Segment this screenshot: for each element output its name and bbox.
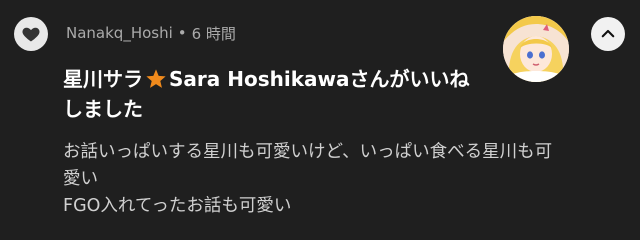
title-channel-name-en: Sara Hoshikawa xyxy=(169,67,350,91)
notification-item[interactable]: Nanakq_Hoshi • 6 時間 星川サラ Sara Hoshikawa … xyxy=(0,0,640,240)
title-action-text: さんがいいね xyxy=(349,67,470,91)
title-channel-name: 星川サラ xyxy=(63,67,143,91)
notification-meta: Nanakq_Hoshi • 6 時間 xyxy=(66,22,236,44)
title-action-text-continued: しました xyxy=(63,97,143,121)
star-icon xyxy=(145,68,167,90)
chevron-up-icon[interactable] xyxy=(591,17,625,51)
comment-text: お話いっぱいする星川も可愛いけど、いっぱい食べる星川も可 愛い FGO入れてった… xyxy=(63,139,623,220)
avatar[interactable] xyxy=(503,16,569,82)
author-name: Nanakq_Hoshi xyxy=(66,24,173,42)
comment-line: FGO入れてったお話も可愛い xyxy=(63,196,292,216)
timestamp: 6 時間 xyxy=(191,24,236,43)
comment-line: お話いっぱいする星川も可愛いけど、いっぱい食べる星川も可 xyxy=(63,142,553,162)
heart-icon xyxy=(14,17,48,51)
notification-title: 星川サラ Sara Hoshikawa さんがいいね しました xyxy=(63,64,493,124)
meta-separator: • xyxy=(177,24,187,42)
comment-line: 愛い xyxy=(63,169,98,189)
